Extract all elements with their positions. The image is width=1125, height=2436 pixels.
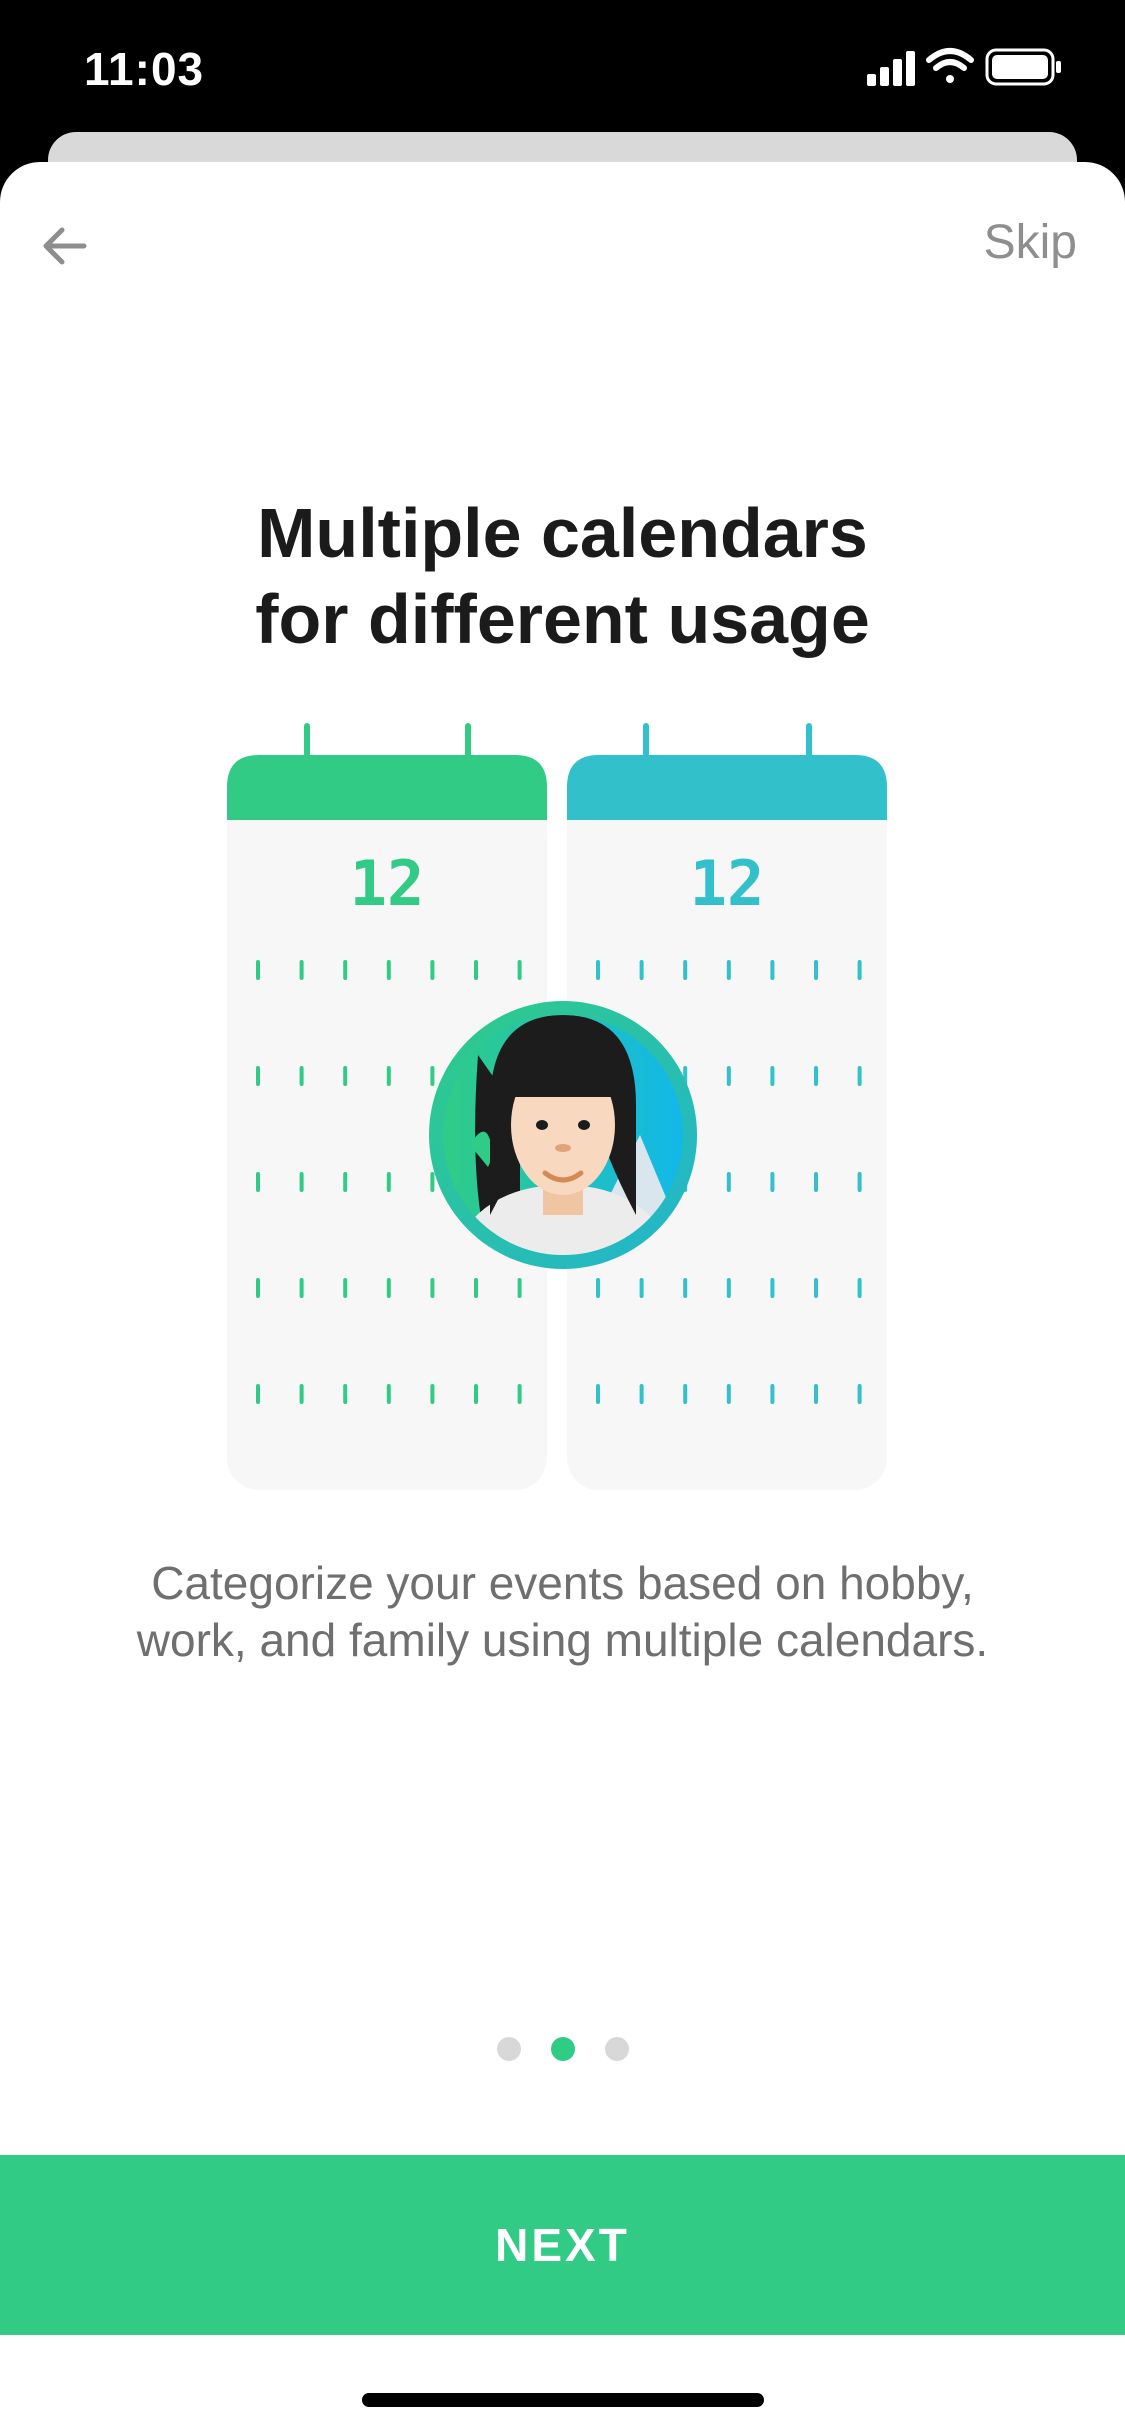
- wifi-icon: [926, 48, 974, 83]
- day-tick: [256, 1066, 260, 1086]
- day-tick: [726, 1172, 731, 1192]
- day-tick: [683, 1278, 688, 1298]
- title-line-1: Multiple calendars: [257, 494, 868, 572]
- day-tick: [343, 960, 348, 980]
- page-title: Multiple calendars for different usage: [0, 490, 1125, 662]
- day-tick: [683, 1384, 688, 1404]
- day-tick: [474, 1278, 478, 1298]
- day-tick: [386, 1066, 391, 1086]
- day-tick: [343, 1172, 348, 1192]
- day-tick: [857, 1278, 862, 1298]
- day-tick: [256, 1172, 260, 1192]
- day-tick: [517, 1278, 522, 1298]
- battery-icon: [985, 48, 1061, 86]
- day-tick: [857, 960, 862, 980]
- day-tick: [857, 1172, 862, 1192]
- day-tick: [814, 1384, 818, 1404]
- title-line-2: for different usage: [255, 580, 870, 658]
- day-tick: [814, 1066, 818, 1086]
- status-bar: 11:03: [0, 0, 1125, 140]
- day-tick: [814, 1172, 818, 1192]
- home-indicator: [362, 2393, 764, 2407]
- day-tick: [386, 1172, 391, 1192]
- day-tick: [386, 1278, 391, 1298]
- day-tick: [726, 960, 731, 980]
- user-avatar-icon: [429, 1001, 697, 1269]
- day-tick: [596, 1278, 600, 1298]
- day-tick: [639, 960, 644, 980]
- calendar-left-day: 12: [350, 847, 425, 920]
- day-tick: [770, 1278, 775, 1298]
- day-tick: [386, 960, 391, 980]
- page-dot-3[interactable]: [604, 2037, 629, 2061]
- day-tick: [639, 1278, 644, 1298]
- day-tick: [770, 1066, 775, 1086]
- back-button[interactable]: [28, 198, 102, 294]
- day-tick: [639, 1384, 644, 1404]
- next-button[interactable]: NEXT: [0, 2155, 1125, 2335]
- day-tick: [596, 1384, 600, 1404]
- day-tick: [343, 1278, 348, 1298]
- day-tick: [726, 1278, 731, 1298]
- skip-button[interactable]: Skip: [984, 215, 1077, 270]
- page-dot-2-active[interactable]: [550, 2037, 575, 2061]
- day-tick: [299, 1066, 304, 1086]
- day-tick: [343, 1384, 348, 1404]
- day-tick: [770, 960, 775, 980]
- day-tick: [430, 1066, 435, 1086]
- day-tick: [256, 1384, 260, 1404]
- day-tick: [857, 1384, 862, 1404]
- page-dot-1[interactable]: [496, 2037, 521, 2061]
- calendars-illustration: 12 12: [220, 715, 910, 1495]
- day-tick: [517, 960, 522, 980]
- day-tick: [596, 960, 600, 980]
- day-tick: [726, 1066, 731, 1086]
- calendar-right-day: 12: [690, 847, 765, 920]
- day-tick: [256, 1278, 260, 1298]
- day-tick: [814, 1278, 818, 1298]
- day-tick: [343, 1066, 348, 1086]
- onboarding-description: Categorize your events based on hobby, w…: [136, 1557, 989, 1666]
- day-tick: [430, 1172, 435, 1192]
- day-tick: [770, 1172, 775, 1192]
- day-tick: [474, 960, 478, 980]
- day-tick: [430, 960, 435, 980]
- day-tick: [386, 1384, 391, 1404]
- day-tick: [517, 1384, 522, 1404]
- day-tick: [299, 1172, 304, 1192]
- day-tick: [857, 1066, 862, 1086]
- status-time: 11:03: [84, 43, 205, 95]
- status-icons: [867, 46, 1067, 90]
- page-indicator: [0, 2037, 1125, 2061]
- day-tick: [430, 1384, 435, 1404]
- day-tick: [726, 1384, 731, 1404]
- day-tick: [299, 1278, 304, 1298]
- signal-icon: [867, 51, 915, 86]
- arrow-left-icon: [43, 227, 87, 265]
- day-tick: [430, 1278, 435, 1298]
- day-tick: [474, 1384, 478, 1404]
- day-tick: [299, 1384, 304, 1404]
- day-tick: [256, 960, 260, 980]
- day-tick: [814, 960, 818, 980]
- day-tick: [683, 960, 688, 980]
- day-tick: [770, 1384, 775, 1404]
- day-tick: [299, 960, 304, 980]
